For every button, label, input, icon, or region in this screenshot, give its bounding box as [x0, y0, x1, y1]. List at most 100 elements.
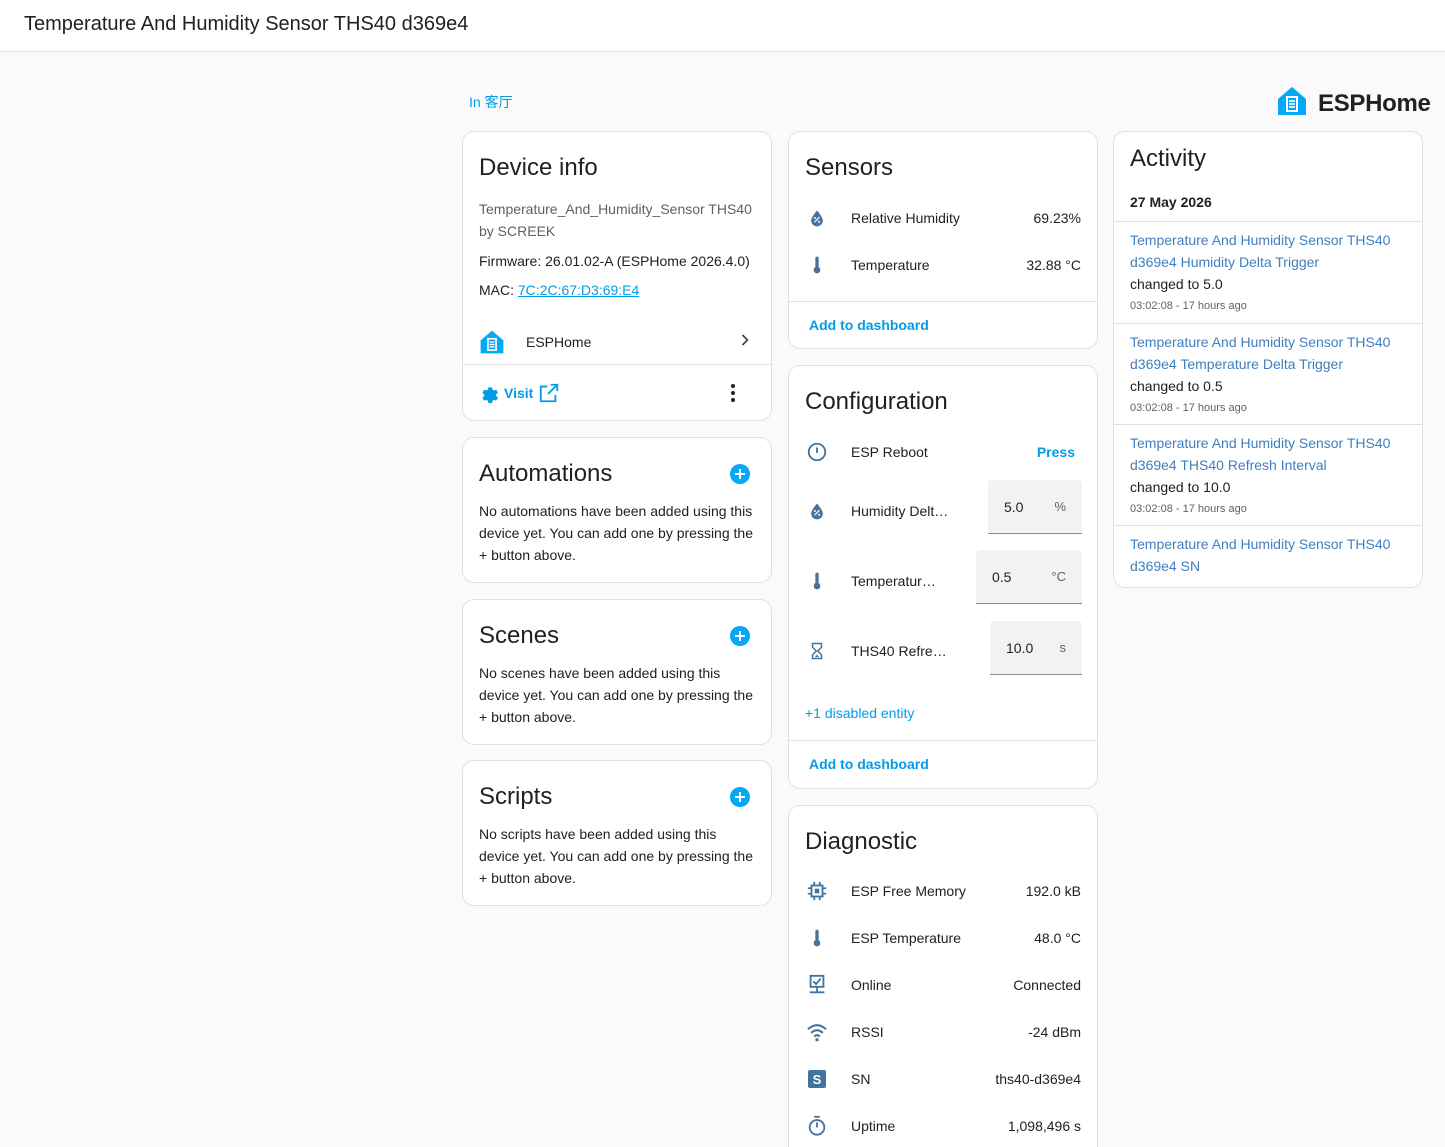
add-automation-button[interactable] — [730, 464, 750, 484]
scripts-title: Scripts — [479, 783, 553, 810]
diagnostic-title: Diagnostic — [805, 828, 918, 855]
sensor-row-humidity[interactable]: Relative Humidity 69.23% — [789, 198, 1097, 238]
activity-divider — [1114, 525, 1422, 526]
diagnostic-row-uptime[interactable]: Uptime 1,098,496 s — [789, 1106, 1097, 1146]
diagnostic-value: 1,098,496 s — [1007, 1118, 1081, 1134]
visit-button[interactable]: Visit — [477, 382, 560, 404]
plus-icon — [734, 791, 746, 803]
svg-text:S: S — [813, 1072, 822, 1087]
scripts-empty-text: No scripts have been added using this de… — [479, 826, 753, 886]
device-mac: MAC: 7C:2C:67:D3:69:E4 — [479, 282, 639, 298]
chevron-right-icon — [735, 330, 755, 355]
sensor-row-temperature[interactable]: Temperature 32.88 °C — [789, 245, 1097, 285]
config-label: Humidity Delta Trigger — [851, 503, 951, 519]
page-title: Temperature And Humidity Sensor THS40 d3… — [24, 13, 469, 35]
automations-card: Automations No automations have been add… — [462, 437, 772, 583]
configuration-add-to-dashboard-button[interactable]: Add to dashboard — [809, 756, 929, 772]
activity-divider — [1114, 424, 1422, 425]
device-firmware: Firmware: 26.01.02-A (ESPHome 2026.4.0) — [479, 253, 750, 269]
diagnostic-value: Connected — [1013, 977, 1081, 993]
scenes-title: Scenes — [479, 622, 560, 649]
add-scene-button[interactable] — [730, 626, 750, 646]
activity-change: changed to 10.0 — [1130, 479, 1231, 495]
diagnostic-row-free-memory[interactable]: ESP Free Memory 192.0 kB — [789, 871, 1097, 911]
sensor-label: Temperature — [851, 257, 930, 273]
activity-date: 27 May 2026 — [1130, 194, 1212, 210]
gear-icon — [477, 382, 499, 404]
scripts-card: Scripts No scripts have been added using… — [462, 760, 772, 906]
disabled-entities-link[interactable]: +1 disabled entity — [805, 705, 914, 721]
configuration-divider — [789, 740, 1097, 741]
activity-entity-link[interactable]: Temperature And Humidity Sensor THS40 d3… — [1130, 432, 1406, 476]
thermometer-icon — [805, 569, 829, 593]
add-script-button[interactable] — [730, 787, 750, 807]
device-info-divider — [463, 364, 771, 365]
esphome-icon — [479, 329, 509, 355]
number-value: 5.0 — [1004, 498, 1024, 515]
timer-sand-icon — [805, 639, 829, 663]
wifi-icon — [805, 1020, 829, 1044]
water-percent-icon — [805, 499, 829, 523]
plus-icon — [734, 630, 746, 642]
device-info-title: Device info — [479, 154, 598, 181]
sensors-title: Sensors — [805, 154, 894, 181]
diagnostic-value: 192.0 kB — [1025, 883, 1081, 899]
sensors-add-to-dashboard-button[interactable]: Add to dashboard — [809, 317, 929, 333]
diagnostic-label: SN — [851, 1071, 871, 1087]
device-manufacturer: by SCREEK — [479, 223, 556, 239]
thermometer-icon — [805, 253, 829, 277]
activity-entity-link[interactable]: Temperature And Humidity Sensor THS40 d3… — [1130, 533, 1406, 577]
activity-time: 03:02:08 - 17 hours ago — [1130, 402, 1247, 414]
configuration-title: Configuration — [805, 388, 948, 415]
diagnostic-label: ESP Temperature — [851, 930, 961, 946]
config-row-reboot: ESP Reboot Press — [789, 432, 1097, 472]
diagnostic-label: ESP Free Memory — [851, 883, 966, 899]
diagnostic-value: -24 dBm — [1028, 1024, 1081, 1040]
mac-label: MAC: — [479, 282, 518, 298]
brand-name: ESPHome — [1318, 89, 1431, 117]
more-options-icon[interactable] — [723, 382, 743, 409]
number-value: 0.5 — [992, 568, 1012, 585]
diagnostic-row-esp-temperature[interactable]: ESP Temperature 48.0 °C — [789, 918, 1097, 958]
diagnostic-value: ths40-d369e4 — [995, 1071, 1081, 1087]
mac-link[interactable]: 7C:2C:67:D3:69:E4 — [518, 282, 639, 298]
automations-empty-text: No automations have been added using thi… — [479, 503, 753, 563]
timer-outline-icon — [805, 1114, 829, 1138]
visit-label: Visit — [504, 385, 534, 401]
number-unit: s — [1059, 640, 1067, 655]
activity-entry: Temperature And Humidity Sensor THS40 d3… — [1130, 229, 1406, 317]
config-label: ESP Reboot — [851, 444, 928, 460]
activity-time: 03:02:08 - 17 hours ago — [1130, 503, 1247, 515]
scenes-empty-text: No scenes have been added using this dev… — [479, 665, 753, 725]
number-value: 10.0 — [1006, 639, 1034, 656]
refresh-interval-input[interactable]: 10.0 s — [990, 621, 1082, 675]
activity-divider — [1114, 323, 1422, 324]
integration-name: ESPHome — [526, 334, 592, 350]
device-model: Temperature_And_Humidity_Sensor THS40 — [479, 201, 752, 217]
humidity-delta-input[interactable]: 5.0 % — [988, 480, 1082, 534]
esphome-logo-icon — [1276, 85, 1308, 122]
activity-entity-link[interactable]: Temperature And Humidity Sensor THS40 d3… — [1130, 229, 1406, 273]
config-label: THS40 Refresh Interval — [851, 643, 947, 659]
activity-entry: Temperature And Humidity Sensor THS40 d3… — [1130, 331, 1406, 419]
activity-entity-link[interactable]: Temperature And Humidity Sensor THS40 d3… — [1130, 331, 1406, 375]
configuration-card: Configuration ESP Reboot Press Humidity … — [788, 365, 1098, 789]
diagnostic-card: Diagnostic ESP Free Memory 192.0 kB ESP … — [788, 805, 1098, 1147]
integration-row[interactable]: ESPHome — [463, 320, 771, 364]
thermometer-icon — [805, 926, 829, 950]
diagnostic-label: Uptime — [851, 1118, 896, 1134]
activity-card: Activity 27 May 2026 Temperature And Hum… — [1113, 131, 1423, 588]
area-link[interactable]: In 客厅 — [469, 92, 513, 112]
sensors-divider — [789, 301, 1097, 302]
plus-icon — [734, 468, 746, 480]
automations-title: Automations — [479, 460, 613, 487]
brand-logo: ESPHome — [1276, 85, 1431, 122]
diagnostic-row-rssi[interactable]: RSSI -24 dBm — [789, 1012, 1097, 1052]
sensor-value: 32.88 °C — [1026, 257, 1081, 273]
activity-change: changed to 5.0 — [1130, 276, 1223, 292]
sensor-value: 69.23% — [1033, 210, 1081, 226]
diagnostic-row-online[interactable]: Online Connected — [789, 965, 1097, 1005]
temperature-delta-input[interactable]: 0.5 °C — [976, 550, 1082, 604]
press-button[interactable]: Press — [1037, 444, 1081, 460]
diagnostic-row-sn[interactable]: S SN ths40-d369e4 — [789, 1059, 1097, 1099]
